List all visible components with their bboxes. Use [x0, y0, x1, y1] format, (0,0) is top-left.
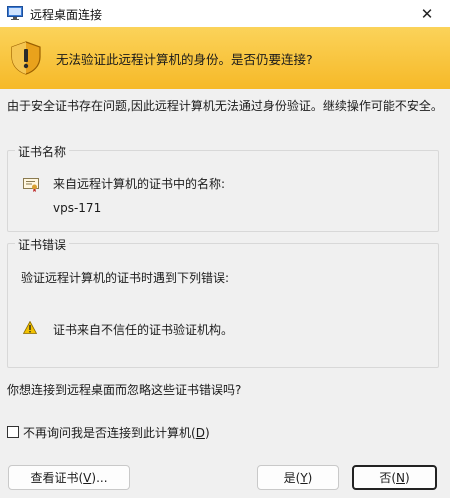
- dont-ask-again-checkbox[interactable]: [7, 426, 19, 438]
- close-button[interactable]: ✕: [404, 0, 450, 27]
- certificate-errors-group: 证书错误 验证远程计算机的证书时遇到下列错误: 证书来自不信任的证书验证机构。: [7, 236, 439, 368]
- view-certificate-button[interactable]: 查看证书(V)...: [8, 465, 130, 490]
- question-text: 你想连接到远程桌面而忽略这些证书错误吗?: [7, 383, 242, 397]
- security-shield-warning-icon: [11, 41, 41, 75]
- intro-text: 由于安全证书存在问题,因此远程计算机无法通过身份验证。继续操作可能不安全。: [7, 99, 443, 113]
- window-title: 远程桌面连接: [30, 8, 103, 22]
- close-icon: ✕: [420, 4, 434, 23]
- certificate-errors-legend: 证书错误: [15, 236, 70, 253]
- no-button[interactable]: 否(N): [352, 465, 437, 490]
- title-bar: 远程桌面连接 ✕: [0, 0, 450, 27]
- remote-desktop-icon: [7, 6, 23, 20]
- dont-ask-again-label[interactable]: 不再询问我是否连接到此计算机(D): [23, 424, 210, 441]
- certificate-icon: [23, 178, 39, 192]
- warning-text: 无法验证此远程计算机的身份。是否仍要连接?: [56, 52, 313, 67]
- certificate-errors-label: 验证远程计算机的证书时遇到下列错误:: [21, 271, 230, 285]
- certificate-name-group: 证书名称 来自远程计算机的证书中的名称: vps-171: [7, 143, 439, 232]
- warning-banner: 无法验证此远程计算机的身份。是否仍要连接?: [0, 27, 450, 89]
- warning-icon: [23, 321, 37, 334]
- certificate-name-label: 来自远程计算机的证书中的名称:: [53, 177, 226, 191]
- certificate-error-item: 证书来自不信任的证书验证机构。: [53, 323, 234, 337]
- certificate-name-value: vps-171: [53, 201, 102, 215]
- yes-button[interactable]: 是(Y): [257, 465, 339, 490]
- certificate-name-legend: 证书名称: [15, 143, 70, 160]
- dont-ask-again-row[interactable]: 不再询问我是否连接到此计算机(D): [7, 424, 210, 440]
